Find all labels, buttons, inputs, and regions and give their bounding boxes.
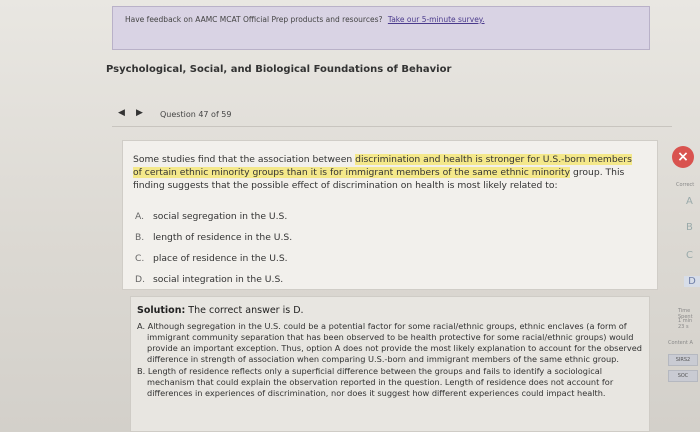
- option-text: social integration in the U.S.: [153, 274, 284, 285]
- triangle-left-icon[interactable]: ◀: [118, 108, 125, 118]
- answer-stats-rail: Correct A B C D Time Spent 1 min 23 s Co…: [662, 170, 700, 432]
- question-counter: Question 47 of 59: [160, 110, 232, 119]
- solution-explanation-b: B. Length of residence reflects only a s…: [137, 366, 614, 398]
- option-text: social segregation in the U.S.: [153, 211, 288, 222]
- triangle-right-icon[interactable]: ▶: [136, 108, 143, 118]
- option-letter: B.: [135, 232, 145, 243]
- section-title: Psychological, Social, and Biological Fo…: [106, 64, 452, 75]
- time-spent-value: 1 min 23 s: [678, 318, 693, 330]
- solution-answer: The correct answer is D.: [185, 305, 304, 316]
- option-letter: A.: [135, 211, 145, 222]
- option-text: place of residence in the U.S.: [153, 253, 288, 264]
- content-label: Content A: [668, 340, 693, 346]
- correct-label: Correct: [676, 182, 695, 188]
- solution-explanation-a: A. Although segregation in the U.S. coul…: [137, 321, 642, 364]
- solution-panel: Solution: The correct answer is D. A. Al…: [130, 296, 650, 432]
- option-letter: C.: [135, 253, 145, 264]
- question-nav-bar: ◀ ▶ Question 47 of 59: [112, 104, 672, 127]
- feedback-banner: Have feedback on AAMC MCAT Official Prep…: [112, 6, 650, 50]
- rail-option-c: C: [686, 250, 693, 261]
- content-chip: SIRS2: [668, 354, 698, 366]
- solution-label: Solution:: [137, 305, 186, 316]
- feedback-text: Have feedback on AAMC MCAT Official Prep…: [125, 15, 383, 24]
- survey-link[interactable]: Take our 5-minute survey.: [388, 15, 485, 24]
- answer-options: A. social segregation in the U.S. B. lengt…: [135, 211, 292, 295]
- option-text: length of residence in the U.S.: [153, 232, 293, 243]
- answer-option-c[interactable]: C. place of residence in the U.S.: [135, 253, 292, 274]
- answer-option-d[interactable]: D. social integration in the U.S.: [135, 274, 292, 295]
- question-panel: Some studies find that the association b…: [122, 140, 658, 290]
- solution-heading: Solution: The correct answer is D.: [137, 305, 643, 316]
- option-letter: D.: [135, 274, 145, 285]
- rail-option-d: D: [684, 276, 700, 287]
- stem-text-1: Some studies find that the association b…: [133, 154, 356, 165]
- close-icon[interactable]: ×: [672, 146, 694, 168]
- rail-option-b: B: [686, 222, 693, 233]
- rail-option-a: A: [686, 196, 693, 207]
- question-stem: Some studies find that the association b…: [133, 153, 643, 192]
- answer-option-a[interactable]: A. social segregation in the U.S.: [135, 211, 292, 232]
- content-chip: SOC: [668, 370, 698, 382]
- answer-option-b[interactable]: B. length of residence in the U.S.: [135, 232, 292, 253]
